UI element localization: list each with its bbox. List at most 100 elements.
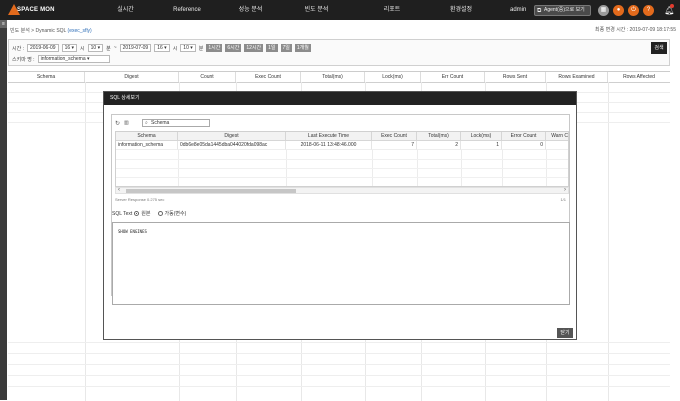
to-minute-value: 10 (183, 45, 189, 51)
modal-title[interactable]: SQL 상세보기 (104, 92, 576, 105)
time-label: 시간 : (12, 45, 24, 52)
cell-error-count[interactable]: 0 (502, 141, 546, 150)
cell-exec-count[interactable]: 7 (372, 141, 417, 150)
column-header-rows-examined[interactable]: Rows Examined (546, 72, 608, 82)
nav-item-report[interactable]: 리포트 (355, 0, 429, 20)
user-name[interactable]: admin (510, 0, 526, 20)
range-tilde: ~ (113, 45, 117, 51)
monitor-icon: ⧉ (537, 8, 542, 14)
radio-variable[interactable] (157, 211, 163, 216)
table-row-divider (8, 342, 670, 343)
cell-lock-ms[interactable]: 1 (461, 141, 502, 150)
radio-original-label[interactable]: 원본 (141, 210, 150, 217)
radio-original[interactable] (134, 211, 140, 216)
chevron-left-icon[interactable]: ‹ (118, 187, 120, 193)
hour-unit-label: 시 (172, 45, 178, 52)
chevron-right-icon[interactable]: › (564, 187, 566, 193)
minute-unit-label: 분 (106, 45, 111, 52)
column-header-schema[interactable]: Schema (8, 72, 85, 82)
schema-select-value: information_schema (40, 56, 86, 62)
column-header-rows-sent[interactable]: Rows Sent (485, 72, 546, 82)
column-header-lock-ms[interactable]: Lock(ms) (365, 72, 421, 82)
column-header-lock-ms[interactable]: Lock(ms) (461, 132, 502, 141)
schema-select[interactable]: information_schema ▾ (37, 55, 110, 63)
column-header-last-execute-time[interactable]: Last Execute Time (286, 132, 372, 141)
column-header-digest[interactable]: Digest (178, 132, 286, 141)
quick-range-7d[interactable]: 7일 (280, 44, 292, 52)
nav-item-reference[interactable]: Reference (151, 0, 223, 20)
grid-row-divider (116, 168, 568, 169)
to-hour-select[interactable]: 16 ▾ (154, 44, 170, 52)
column-header-total-ms[interactable]: Total(ms) (417, 132, 461, 141)
agent-view-label: Agent(중)으로 보기 (544, 7, 585, 13)
help-icon[interactable]: ? (643, 5, 654, 16)
cell-schema[interactable]: information_schema (116, 141, 178, 150)
scrollbar-thumb[interactable] (126, 189, 296, 193)
column-header-exec-count[interactable]: Exec Count (372, 132, 417, 141)
from-date-input[interactable]: 2019-06-09 (26, 44, 59, 52)
columns-icon[interactable]: ▥ (124, 120, 129, 126)
column-header-warn-count[interactable]: Warn Co (546, 132, 568, 141)
quick-range-1m[interactable]: 1개월 (294, 44, 311, 52)
grid-toolbar: ↻ ▥ (115, 119, 129, 127)
search-button[interactable]: 검색 (651, 42, 667, 54)
quick-range-1h[interactable]: 1시간 (206, 44, 223, 52)
breadcrumb-path: 빈도 분석 > Dynamic SQL (10, 28, 68, 34)
breadcrumb-current[interactable]: (exec_sfly) (68, 28, 92, 34)
from-hour-value: 16 (64, 45, 71, 51)
hour-unit-label: 시 (80, 45, 85, 52)
breadcrumb: 빈도 분석 > Dynamic SQL (exec_sfly) (10, 27, 92, 34)
schema-search-input[interactable]: ⌕ Schema (142, 119, 210, 127)
sql-text-area[interactable]: SHOW ENGINES (112, 222, 570, 305)
sql-text-label: SQL Text (112, 210, 133, 217)
time-filter-row: 시간 : 2019-06-09 16 ▾ 시 10 ▾ 분 ~ 2019-07-… (12, 44, 311, 52)
column-header-schema[interactable]: Schema (116, 132, 178, 141)
from-hour-select[interactable]: 16 ▾ (61, 44, 78, 52)
quick-range-1d[interactable]: 1일 (266, 44, 278, 52)
sql-detail-modal: SQL 상세보기 ↻ ▥ ⌕ Schema Schema Digest Last… (103, 91, 577, 340)
cell-total-ms[interactable]: 2 (417, 141, 461, 150)
to-date-input[interactable]: 2019-07-09 (119, 44, 152, 52)
nav-item-realtime[interactable]: 실시간 (100, 0, 151, 20)
column-header-error-count[interactable]: Error Count (502, 132, 546, 141)
main-menu: 실시간 Reference 성능 분석 빈도 분석 리포트 환경설정 (100, 0, 493, 20)
column-header-total-ms[interactable]: Total(ms) (301, 72, 365, 82)
schema-label: 스키마 명 : (12, 56, 35, 63)
schema-search-value: Schema (151, 120, 170, 126)
table-row-divider (8, 353, 670, 354)
schema-filter-row: 스키마 명 : information_schema ▾ (12, 55, 110, 63)
column-header-rows-affected[interactable]: Rows Affected (608, 72, 670, 82)
table-row-divider (8, 386, 670, 387)
grid-row-divider (116, 177, 568, 178)
horizontal-scrollbar[interactable]: ‹ › (115, 187, 569, 194)
close-button[interactable]: 닫기 (557, 328, 573, 338)
column-header-err-count[interactable]: Err Count (421, 72, 485, 82)
cell-last-execute-time[interactable]: 2018-06-11 13:48:46.000 (286, 141, 372, 150)
nav-item-frequency[interactable]: 빈도 분석 (278, 0, 355, 20)
nav-item-performance[interactable]: 성능 분석 (223, 0, 278, 20)
column-header-exec-count[interactable]: Exec Count (236, 72, 301, 82)
user-profile-icon[interactable]: ● (613, 5, 624, 16)
column-header-count[interactable]: Count (179, 72, 236, 82)
to-minute-select[interactable]: 10 ▾ (180, 44, 196, 52)
cell-digest[interactable]: 0db6e8e05da1445dba044020fda098ac (178, 141, 286, 150)
search-icon: ⌕ (145, 120, 148, 126)
nav-item-settings[interactable]: 환경설정 (429, 0, 493, 20)
side-toggle-button[interactable]: ≡ (0, 20, 7, 28)
table-row-divider (8, 364, 670, 365)
refresh-icon[interactable]: ↻ (115, 120, 120, 127)
quick-range-6h[interactable]: 6시간 (225, 44, 242, 52)
logo[interactable]: SPACE MON (8, 3, 68, 17)
grid-menu-icon[interactable]: ▦ (598, 5, 609, 16)
power-icon[interactable]: ⏻ (628, 5, 639, 16)
table-row-divider (8, 375, 670, 376)
radio-variable-label[interactable]: 가동(변수) (165, 210, 187, 217)
minute-unit-label: 분 (198, 45, 204, 52)
from-minute-select[interactable]: 10 ▾ (87, 44, 104, 52)
quick-range-12h[interactable]: 12시간 (244, 44, 264, 52)
cell-warn-count[interactable] (546, 141, 568, 150)
top-nav: SPACE MON 실시간 Reference 성능 분석 빈도 분석 리포트 … (0, 0, 680, 20)
page-count: 1/1 (560, 197, 566, 202)
column-header-digest[interactable]: Digest (85, 72, 179, 82)
agent-view-button[interactable]: ⧉ Agent(중)으로 보기 (534, 5, 591, 16)
